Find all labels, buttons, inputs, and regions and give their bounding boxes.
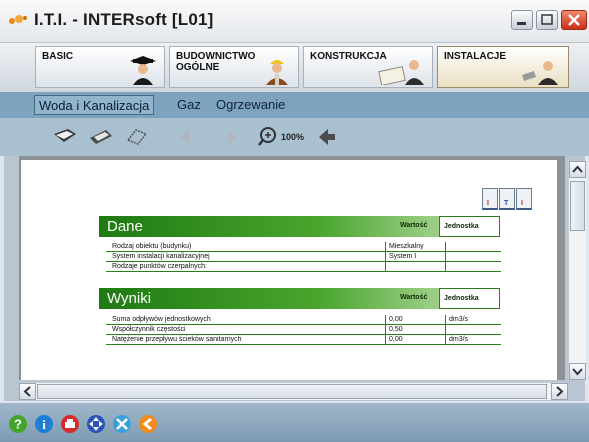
row-label: Współczynnik częstości: [112, 326, 186, 333]
module-tab-label: KONSTRUKCJA: [310, 51, 387, 62]
engineer-icon: [378, 60, 424, 85]
maximize-icon: [541, 14, 553, 25]
marker-label: I: [487, 200, 489, 207]
row-label: Rodzaje punktów czerpalnych:: [112, 263, 207, 270]
print-settings-icon[interactable]: [124, 124, 150, 150]
row-unit: [445, 325, 449, 334]
vertical-scroll-thumb[interactable]: [570, 181, 585, 231]
document-frame: I T I Dane Wartość Jednostka Rodzaj obie…: [4, 156, 586, 401]
print-icon[interactable]: [60, 414, 80, 434]
scroll-left-button[interactable]: [19, 383, 36, 400]
scroll-up-button[interactable]: [569, 161, 586, 178]
marker-label: T: [504, 200, 509, 207]
title-bar: I.T.I. - INTERsoft [L01]: [0, 0, 589, 43]
zoom-button[interactable]: 100%: [258, 124, 304, 150]
vertical-scrollbar[interactable]: [568, 161, 586, 380]
table-row: System instalacji kanalizacyjnej System …: [106, 252, 501, 262]
dane-header: Dane Wartość Jednostka: [99, 216, 500, 237]
module-tabbar: BASIC BUDOWNICTWO OGÓLNE KONSTRUKCJA INS…: [0, 43, 589, 92]
row-value: System I: [385, 252, 446, 261]
table-row: Suma odpływów jednostkowych 0,00 dm3/s: [106, 315, 501, 325]
table-row: Rodzaje punktów czerpalnych:: [106, 262, 501, 272]
chevron-right-icon: [556, 386, 564, 397]
row-unit: dm3/s: [445, 315, 468, 324]
save-icon[interactable]: [88, 124, 114, 150]
submenu-gaz[interactable]: Gaz: [173, 95, 205, 115]
navigate-icon[interactable]: [86, 414, 106, 434]
row-value: 0,50: [385, 325, 446, 334]
scroll-right-button[interactable]: [551, 383, 568, 400]
chevron-up-icon: [572, 165, 583, 173]
module-tab-instalacje[interactable]: INSTALACJE: [437, 46, 569, 88]
submenu-ogrzewanie[interactable]: Ogrzewanie: [212, 95, 289, 115]
horizontal-scroll-thumb[interactable]: [37, 384, 547, 399]
wyniki-header: Wyniki Wartość Jednostka: [99, 288, 500, 309]
module-tab-konstrukcja[interactable]: KONSTRUKCJA: [303, 46, 433, 88]
help-icon[interactable]: ?: [8, 414, 28, 434]
plumber-icon: [522, 61, 558, 85]
row-value: 0,00: [385, 315, 446, 324]
tools-icon[interactable]: [112, 414, 132, 434]
toolbar: 100%: [0, 118, 589, 156]
row-value: 0,00: [385, 335, 446, 344]
info-icon[interactable]: i: [34, 414, 54, 434]
maximize-button[interactable]: [536, 10, 558, 30]
chevron-down-icon: [572, 368, 583, 376]
row-value: Mieszkalny: [385, 242, 446, 251]
module-tab-label: BASIC: [42, 51, 74, 62]
zoom-level: 100%: [281, 132, 305, 142]
row-label: Suma odpływów jednostkowych: [112, 316, 211, 323]
bottom-toolbar: ? i: [0, 403, 589, 442]
exit-icon[interactable]: [138, 414, 158, 434]
window-title: I.T.I. - INTERsoft [L01]: [34, 10, 214, 29]
scroll-down-button[interactable]: [569, 363, 586, 380]
back-icon[interactable]: [316, 124, 338, 150]
module-tab-budownictwo[interactable]: BUDOWNICTWO OGÓLNE: [169, 46, 299, 88]
document-viewport: I T I Dane Wartość Jednostka Rodzaj obie…: [19, 156, 565, 380]
table-row: Współczynnik częstości 0,50: [106, 325, 501, 335]
module-tab-label: BUDOWNICTWO OGÓLNE: [176, 51, 256, 73]
next-icon[interactable]: [222, 124, 242, 150]
wyniki-title: Wyniki: [107, 290, 152, 307]
minimize-icon: [517, 22, 526, 25]
wyniki-col-unit: Jednostka: [439, 288, 500, 309]
module-tab-label: INSTALACJE: [444, 51, 507, 62]
close-button[interactable]: [561, 10, 587, 30]
dane-col-unit: Jednostka: [439, 216, 500, 237]
report-page: I T I Dane Wartość Jednostka Rodzaj obie…: [21, 160, 557, 380]
close-icon: [568, 14, 580, 26]
builder-icon: [266, 60, 288, 85]
open-icon[interactable]: [52, 124, 78, 150]
row-value: [385, 262, 446, 271]
row-label: System instalacji kanalizacyjnej: [112, 253, 210, 260]
graduate-icon: [130, 56, 156, 85]
submenu-woda-kanalizacja[interactable]: Woda i Kanalizacja: [34, 95, 155, 115]
row-label: Natężenie przepływu ścieków sanitarnych: [112, 336, 242, 343]
submenu-bar: Woda i Kanalizacja Gaz Ogrzewanie: [0, 92, 589, 118]
row-unit: [445, 262, 449, 271]
dane-col-value: Wartość: [400, 222, 428, 229]
minimize-button[interactable]: [511, 10, 533, 30]
row-unit: [445, 252, 449, 261]
marker-label: I: [521, 200, 523, 207]
table-row: Natężenie przepływu ścieków sanitarnych …: [106, 335, 501, 345]
dane-title: Dane: [107, 218, 143, 235]
chevron-left-icon: [23, 386, 31, 397]
svg-text:i: i: [42, 417, 46, 432]
table-row: Rodzaj obiektu (budynku) Mieszkalny: [106, 242, 501, 252]
wyniki-col-value: Wartość: [400, 294, 428, 301]
row-unit: [445, 242, 449, 251]
module-tab-basic[interactable]: BASIC: [35, 46, 165, 88]
row-unit: dm3/s: [445, 335, 468, 344]
app-logo-icon: [9, 15, 27, 24]
prev-icon[interactable]: [175, 124, 195, 150]
row-label: Rodzaj obiektu (budynku): [112, 243, 192, 250]
horizontal-scrollbar[interactable]: [19, 382, 568, 400]
zoom-icon: [258, 127, 276, 146]
svg-text:?: ?: [14, 417, 22, 432]
